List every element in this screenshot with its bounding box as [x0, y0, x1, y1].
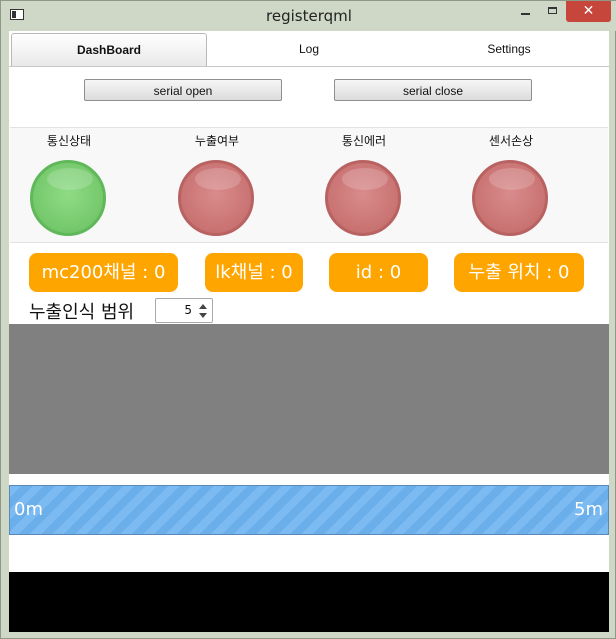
- minimize-icon[interactable]: [515, 1, 537, 22]
- tab-log[interactable]: Log: [209, 33, 409, 66]
- progress-max-label: 5m: [574, 499, 603, 520]
- window-frame: registerqml ✕ DashBoard Log Settings ser…: [0, 0, 616, 639]
- tab-bar: DashBoard Log Settings: [9, 31, 609, 67]
- leak-range-spinbox[interactable]: 5: [155, 298, 213, 323]
- title-bar[interactable]: registerqml ✕: [1, 1, 616, 31]
- spin-up-arrow-icon[interactable]: [199, 304, 207, 309]
- client-area: DashBoard Log Settings serial open seria…: [9, 31, 609, 632]
- mc200-channel-badge: mc200채널 : 0: [29, 253, 178, 292]
- indicator-leak-status: 누출여부: [167, 128, 267, 242]
- indicator-comm-status: 통신상태: [19, 128, 119, 242]
- maximize-icon[interactable]: [541, 1, 565, 22]
- status-indicator-panel: 통신상태 누출여부 통신에러 센서손상: [10, 127, 608, 243]
- indicator-label: 누출여부: [194, 134, 240, 148]
- lk-channel-badge: lk채널 : 0: [205, 253, 303, 292]
- indicator-comm-error: 통신에러: [314, 128, 414, 242]
- indicator-label: 통신상태: [46, 134, 92, 148]
- spin-down-arrow-icon[interactable]: [199, 313, 207, 318]
- indicator-label: 센서손상: [488, 134, 534, 148]
- leak-position-badge: 누출 위치 : 0: [454, 253, 584, 292]
- status-led-green: [30, 160, 106, 236]
- gray-display-area: [9, 324, 609, 474]
- leak-distance-progress-bar: [9, 485, 609, 535]
- leak-range-label: 누출인식 범위: [29, 302, 135, 323]
- bottom-black-area: [9, 572, 609, 632]
- tab-dashboard[interactable]: DashBoard: [11, 33, 207, 66]
- status-led-red: [178, 160, 254, 236]
- close-icon[interactable]: ✕: [566, 1, 611, 22]
- serial-open-button[interactable]: serial open: [84, 79, 282, 101]
- id-badge: id : 0: [329, 253, 428, 292]
- status-led-red: [472, 160, 548, 236]
- indicator-label: 통신에러: [341, 134, 387, 148]
- serial-close-button[interactable]: serial close: [334, 79, 532, 101]
- indicator-sensor-damage: 센서손상: [461, 128, 561, 242]
- progress-min-label: 0m: [14, 499, 43, 520]
- progress-fill: [10, 486, 608, 534]
- spinbox-value[interactable]: 5: [184, 303, 192, 317]
- tab-settings[interactable]: Settings: [409, 33, 609, 66]
- status-led-red: [325, 160, 401, 236]
